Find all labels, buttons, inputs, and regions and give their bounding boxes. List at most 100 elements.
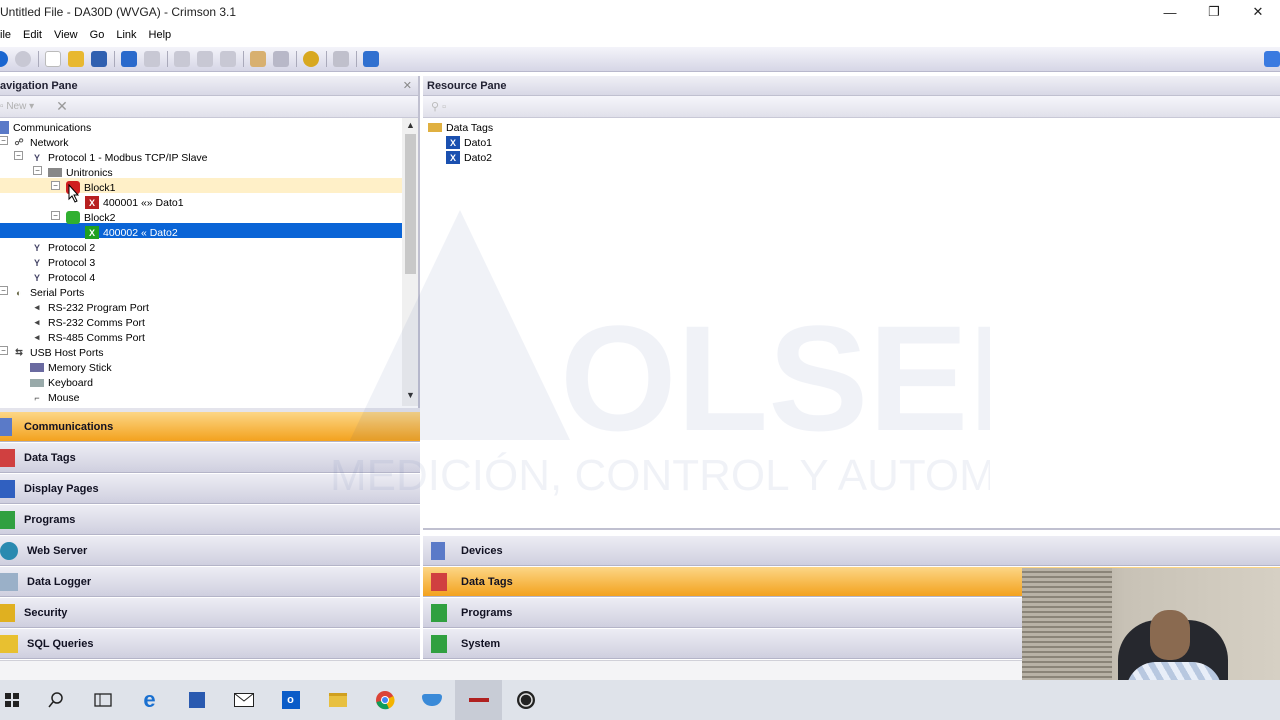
tree-item-rs232-comms[interactable]: ◂ RS-232 Comms Port: [30, 315, 145, 330]
category-sql-queries[interactable]: SQL Queries: [0, 629, 420, 659]
menu-help[interactable]: Help: [143, 29, 178, 41]
edge-icon[interactable]: e: [126, 680, 173, 720]
delete-icon[interactable]: ✕: [56, 98, 68, 115]
close-button[interactable]: ✕: [1236, 0, 1280, 24]
selected-row: [0, 223, 402, 238]
category-security[interactable]: Security: [0, 598, 420, 628]
hover-row: [0, 178, 402, 193]
resource-item-dato2[interactable]: X Dato2: [446, 150, 492, 165]
tree-item-protocol-2[interactable]: Y Protocol 2: [30, 240, 95, 255]
tree-item-usb-host-ports[interactable]: ⇆ USB Host Ports: [12, 345, 103, 360]
replace-icon[interactable]: [273, 51, 289, 67]
category-label: Data Tags: [461, 575, 513, 588]
start-button[interactable]: [0, 680, 24, 720]
tree-label: Block2: [84, 211, 116, 224]
category-programs[interactable]: Programs: [0, 505, 420, 535]
menu-bar: ile Edit View Go Link Help: [0, 25, 1280, 45]
tree-item-protocol-1[interactable]: Y Protocol 1 - Modbus TCP/IP Slave: [30, 150, 208, 165]
cut-icon[interactable]: [174, 51, 190, 67]
tree-item-dato2-mapping[interactable]: X 400002 « Dato2: [85, 225, 178, 240]
menu-view[interactable]: View: [48, 29, 84, 41]
category-label: Devices: [461, 544, 503, 557]
tree-item-dato1-mapping[interactable]: X 400001 «» Dato1: [85, 195, 184, 210]
back-icon[interactable]: [0, 51, 8, 67]
resource-find-icon[interactable]: ⚲ ▫: [431, 100, 446, 113]
toolbar: [0, 47, 1280, 72]
menu-go[interactable]: Go: [84, 29, 111, 41]
tree-item-memory-stick[interactable]: Memory Stick: [30, 360, 112, 375]
chrome-icon[interactable]: [361, 680, 408, 720]
collapse-icon[interactable]: −: [33, 166, 42, 175]
port-icon: ◂: [34, 317, 40, 327]
restore-button[interactable]: ❐: [1192, 0, 1236, 24]
category-web-server[interactable]: Web Server: [0, 536, 420, 566]
file-explorer-icon[interactable]: [314, 680, 361, 720]
category-label: Communications: [24, 420, 114, 433]
category-data-tags[interactable]: Data Tags: [0, 443, 420, 473]
mail-icon[interactable]: [220, 680, 267, 720]
collapse-icon[interactable]: −: [14, 151, 23, 160]
scroll-up-icon[interactable]: ▲: [406, 120, 415, 130]
outlook-icon[interactable]: o: [267, 680, 314, 720]
tree-item-unitronics[interactable]: Unitronics: [48, 165, 113, 180]
copy-icon[interactable]: [197, 51, 213, 67]
task-view-icon[interactable]: [79, 680, 126, 720]
help-icon[interactable]: [1264, 51, 1280, 67]
menu-edit[interactable]: Edit: [17, 29, 48, 41]
collapse-icon[interactable]: −: [0, 346, 8, 355]
obs-icon[interactable]: [502, 680, 549, 720]
save-icon[interactable]: [91, 51, 107, 67]
resource-pane-header: Resource Pane: [423, 76, 1280, 96]
menu-file[interactable]: ile: [0, 29, 17, 41]
sync-icon[interactable]: [121, 51, 137, 67]
tree-item-protocol-4[interactable]: Y Protocol 4: [30, 270, 95, 285]
paste-icon[interactable]: [220, 51, 236, 67]
collapse-icon[interactable]: −: [51, 211, 60, 220]
tree-item-mouse[interactable]: ⌐ Mouse: [30, 390, 79, 405]
person-head: [1150, 610, 1190, 660]
forward-icon[interactable]: [15, 51, 31, 67]
collapse-icon[interactable]: −: [51, 181, 60, 190]
tree-label: Protocol 2: [48, 241, 96, 254]
store-icon[interactable]: [173, 680, 220, 720]
resource-item-dato1[interactable]: X Dato1: [446, 135, 492, 150]
tree-label: Block1: [84, 181, 116, 194]
collapse-icon[interactable]: −: [0, 136, 8, 145]
new-label: New: [6, 101, 27, 112]
find-icon[interactable]: [250, 51, 266, 67]
category-display-pages[interactable]: Display Pages: [0, 474, 420, 504]
close-icon[interactable]: ✕: [403, 79, 412, 92]
open-folder-icon[interactable]: [68, 51, 84, 67]
tree-item-rs485-comms[interactable]: ◂ RS-485 Comms Port: [30, 330, 145, 345]
search-icon[interactable]: [32, 680, 79, 720]
tree-item-network[interactable]: ☍ Network: [12, 135, 68, 150]
category-communications[interactable]: Communications: [0, 412, 420, 442]
tree-item-keyboard[interactable]: Keyboard: [30, 375, 93, 390]
resource-item-data-tags[interactable]: Data Tags: [428, 120, 493, 135]
resource-category-devices[interactable]: Devices: [423, 536, 1280, 566]
download-icon[interactable]: [303, 51, 319, 67]
comms-icon: [0, 121, 9, 134]
minimize-button[interactable]: —: [1148, 0, 1192, 24]
scroll-thumb[interactable]: [405, 134, 416, 274]
nav-tree-scrollbar[interactable]: ▲ ▼: [402, 118, 418, 406]
tree-label: RS-485 Comms Port: [48, 331, 145, 344]
app-icon[interactable]: [408, 680, 455, 720]
tree-item-rs232-program[interactable]: ◂ RS-232 Program Port: [30, 300, 149, 315]
crimson-app-icon[interactable]: [455, 680, 502, 720]
new-button[interactable]: ▫ New ▾: [0, 101, 34, 112]
tree-item-serial-ports[interactable]: ◐ Serial Ports: [12, 285, 84, 300]
tree-item-communications[interactable]: Communications: [0, 120, 91, 135]
category-data-logger[interactable]: Data Logger: [0, 567, 420, 597]
scroll-down-icon[interactable]: ▼: [406, 390, 415, 400]
new-file-icon[interactable]: [45, 51, 61, 67]
tool-icon[interactable]: [363, 51, 379, 67]
tree-item-block2[interactable]: Block2: [66, 210, 116, 225]
menu-link[interactable]: Link: [110, 29, 142, 41]
folder-icon: [428, 123, 442, 132]
refresh-icon[interactable]: [144, 51, 160, 67]
module-icon[interactable]: [333, 51, 349, 67]
collapse-icon[interactable]: −: [0, 286, 8, 295]
tree-item-protocol-3[interactable]: Y Protocol 3: [30, 255, 95, 270]
resource-pane: Resource Pane ⚲ ▫ Data Tags X Dato1 X Da…: [423, 76, 1280, 530]
